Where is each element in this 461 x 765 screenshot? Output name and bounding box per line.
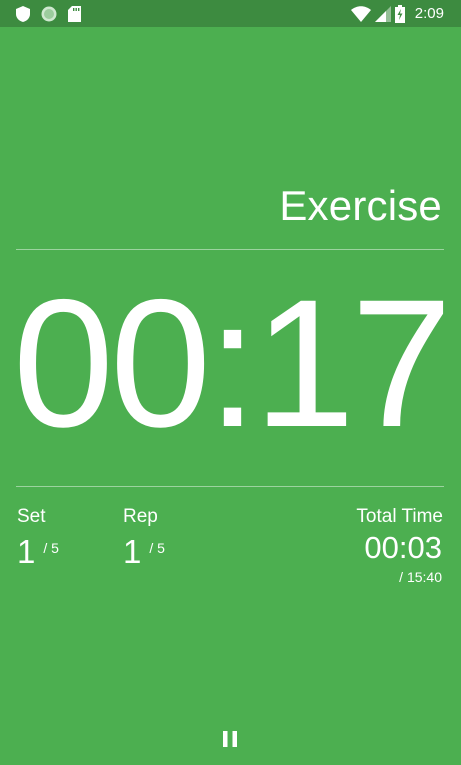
divider-top [16, 249, 444, 250]
rep-label: Rep [123, 506, 158, 527]
status-bar: 2:09 [0, 0, 461, 27]
shield-icon [16, 5, 30, 22]
total-time-label: Total Time [356, 506, 443, 527]
battery-charging-icon [394, 4, 405, 23]
pause-button[interactable] [212, 722, 248, 756]
phase-title: Exercise [279, 182, 442, 229]
set-total: / 5 [43, 540, 59, 556]
countdown-timer: 00:17 [12, 261, 452, 465]
rep-current: 1 [123, 533, 142, 570]
wifi-icon [350, 5, 371, 22]
set-label: Set [17, 506, 46, 527]
cell-signal-icon [374, 5, 391, 22]
circle-indicator-icon [41, 6, 57, 21]
timer-screen: 2:09 Exercise 00:17 Set 1 / 5 Rep 1 / 5 To… [0, 0, 461, 765]
divider-bottom [16, 486, 444, 487]
set-counter: 1 / 5 [17, 528, 59, 579]
sd-card-icon [68, 5, 81, 22]
pause-icon [223, 731, 237, 747]
set-current: 1 [17, 533, 36, 570]
status-time: 2:09 [414, 5, 444, 22]
total-time-total: / 15:40 [399, 569, 442, 585]
status-right-icons: 2:09 [350, 4, 444, 23]
status-left-icons [16, 5, 81, 22]
rep-total: / 5 [149, 540, 165, 556]
total-time-elapsed: 00:03 [364, 530, 442, 565]
rep-counter: 1 / 5 [123, 528, 165, 579]
